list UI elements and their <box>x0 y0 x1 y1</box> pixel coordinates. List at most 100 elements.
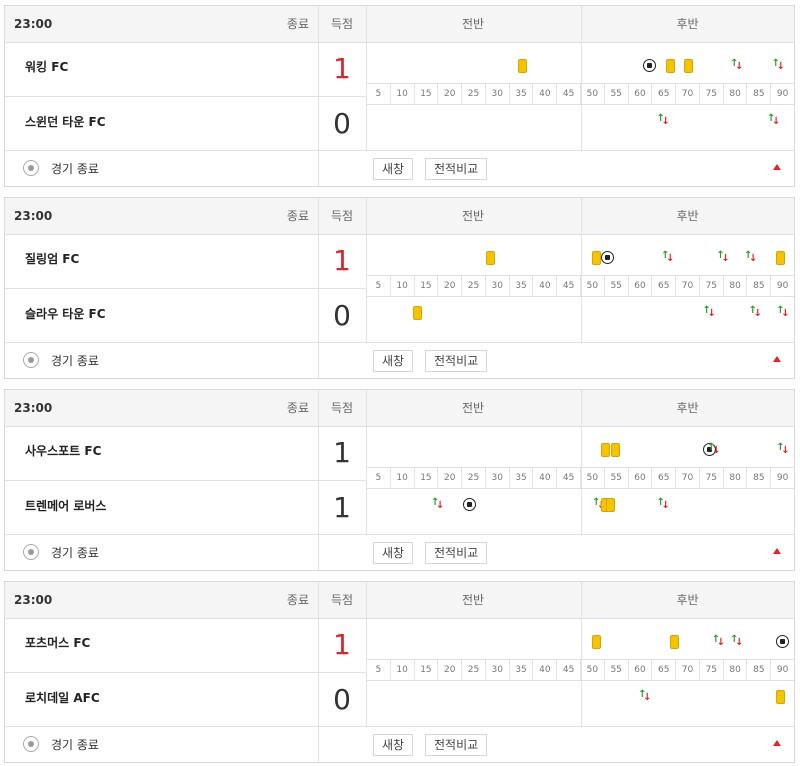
new-window-button[interactable]: 새창 <box>373 158 414 180</box>
match-footer: 경기 종료 새창 전적비교 <box>5 534 794 571</box>
timeline-tick: 30 <box>484 468 509 488</box>
substitution-icon: ↑↓ <box>657 498 670 511</box>
timeline-tick: 50 <box>580 468 604 488</box>
timeline-tick: 25 <box>461 84 485 104</box>
column-divider <box>581 6 582 150</box>
timeline-tick: 65 <box>651 468 675 488</box>
yellow-card-icon <box>670 635 680 649</box>
match-card: 23:00 종료 득점 전반 후반 질링엄 FC 1 ↑ ↓ ↑ ↓ ↑ ↓ 슬라우 타운 FC 0 ↑ ↓ ↑ ↓… <box>4 197 795 379</box>
second-half-header: 후반 <box>676 17 699 31</box>
timeline-tick: 5 <box>366 468 390 488</box>
sub-out-arrow-icon: ↓ <box>643 692 652 703</box>
substitution-icon: ↑↓ <box>431 498 444 511</box>
home-team-name[interactable]: 포츠머스 FC <box>25 635 90 651</box>
timeline-tick: 10 <box>389 660 414 680</box>
timeline-tick: 15 <box>413 468 438 488</box>
timeline-tick: 85 <box>746 84 770 104</box>
sub-out-arrow-icon: ↓ <box>707 308 716 319</box>
timeline-tick: 25 <box>461 660 485 680</box>
sub-out-arrow-icon: ↓ <box>781 308 790 319</box>
timeline-tick: 20 <box>437 276 461 296</box>
timeline-tick: 50 <box>580 276 604 296</box>
new-window-button[interactable]: 새창 <box>373 350 414 372</box>
collapse-toggle-icon[interactable] <box>773 740 781 746</box>
sub-out-arrow-icon: ↓ <box>781 445 790 456</box>
timeline-tick: 90 <box>770 468 794 488</box>
collapse-toggle-icon[interactable] <box>773 548 781 554</box>
timeline-tick: 45 <box>556 276 580 296</box>
substitution-icon: ↑↓ <box>703 306 716 319</box>
timeline-ruler: 5 10 15 20 25 30 35 40 45 50 55 60 65 70 75 80 85 90 <box>366 659 794 681</box>
away-team-name[interactable]: 슬라우 타운 FC <box>25 306 106 322</box>
timeline-tick: 85 <box>746 276 770 296</box>
timeline-tick: 10 <box>389 84 414 104</box>
timeline-tick: 40 <box>532 84 556 104</box>
score-column-header: 득점 <box>330 17 354 31</box>
home-team-name[interactable]: 워킹 FC <box>25 59 68 75</box>
sub-out-arrow-icon: ↓ <box>776 61 785 72</box>
timeline-tick: 35 <box>508 468 533 488</box>
match-time: 23:00 <box>14 209 53 223</box>
column-divider <box>366 6 367 150</box>
timeline-tick: 30 <box>484 660 509 680</box>
yellow-card-icon <box>665 59 675 73</box>
yellow-card-icon <box>684 59 694 73</box>
timeline-tick: 80 <box>722 276 747 296</box>
yellow-card-icon <box>518 59 528 73</box>
timeline-tick: 70 <box>675 84 699 104</box>
second-half-header: 후반 <box>676 593 699 607</box>
timeline-tick: 40 <box>532 468 556 488</box>
timeline-tick: 45 <box>556 468 580 488</box>
match-time: 23:00 <box>14 401 53 415</box>
timeline-ruler: 5 10 15 20 25 30 35 40 45 50 55 60 65 70 75 80 85 90 <box>366 467 794 489</box>
home-team-name[interactable]: 사우스포트 FC <box>25 443 101 459</box>
new-window-button[interactable]: 새창 <box>373 734 414 756</box>
column-divider <box>366 390 367 534</box>
record-compare-button[interactable]: 전적비교 <box>425 350 488 372</box>
timeline-tick: 70 <box>675 660 699 680</box>
goal-ball-icon <box>601 251 615 264</box>
match-header: 23:00 종료 득점 전반 후반 <box>5 6 794 43</box>
sub-out-arrow-icon: ↓ <box>666 253 675 264</box>
away-team-name[interactable]: 트렌메어 로버스 <box>25 498 106 514</box>
home-score: 1 <box>333 244 351 277</box>
timeline-tick: 75 <box>698 276 723 296</box>
yellow-card-icon <box>592 251 602 265</box>
new-window-button[interactable]: 새창 <box>373 542 414 564</box>
home-team-name[interactable]: 질링엄 FC <box>25 251 79 267</box>
timeline-tick: 45 <box>556 660 580 680</box>
timeline-tick: 15 <box>413 660 438 680</box>
match-status: 종료 <box>286 209 309 223</box>
match-card: 23:00 종료 득점 전반 후반 포츠머스 FC 1 ↑ ↓ ↑ ↓ 로치데일 AFC 0 ↑ ↓ 5 10 1… <box>4 581 795 763</box>
first-half-header: 전반 <box>461 209 485 223</box>
timeline-tick: 20 <box>437 84 461 104</box>
away-team-name[interactable]: 로치데일 AFC <box>25 690 100 706</box>
timeline-tick: 75 <box>698 660 723 680</box>
timeline-tick: 60 <box>627 84 652 104</box>
sub-out-arrow-icon: ↓ <box>661 116 670 127</box>
timeline-tick: 60 <box>627 276 652 296</box>
timeline-tick: 15 <box>413 84 438 104</box>
column-divider <box>581 390 582 534</box>
away-team-name[interactable]: 스윈던 타운 FC <box>25 114 106 130</box>
collapse-toggle-icon[interactable] <box>773 356 781 362</box>
record-compare-button[interactable]: 전적비교 <box>425 158 488 180</box>
score-column-header: 득점 <box>330 209 354 223</box>
record-compare-button[interactable]: 전적비교 <box>425 542 488 564</box>
substitution-icon: ↑↓ <box>776 443 790 456</box>
match-card: 23:00 종료 득점 전반 후반 워킹 FC 1 ↑ ↓ ↑ ↓ 스윈던 타운 FC 0 ↑ ↓ ↑ ↓ 5 10… <box>4 5 795 187</box>
yellow-card-icon <box>776 690 786 704</box>
timeline-tick: 90 <box>770 276 794 296</box>
substitution-icon: ↑↓ <box>767 114 780 127</box>
soccer-ball-icon <box>23 160 39 176</box>
column-divider <box>366 198 367 342</box>
row-divider <box>5 288 366 289</box>
timeline-tick: 50 <box>580 84 604 104</box>
timeline-tick: 75 <box>698 468 723 488</box>
away-score: 0 <box>333 683 351 716</box>
match-footer: 경기 종료 새창 전적비교 <box>5 726 794 763</box>
collapse-toggle-icon[interactable] <box>773 164 781 170</box>
record-compare-button[interactable]: 전적비교 <box>425 734 488 756</box>
first-half-header: 전반 <box>461 17 485 31</box>
timeline-tick: 20 <box>437 468 461 488</box>
